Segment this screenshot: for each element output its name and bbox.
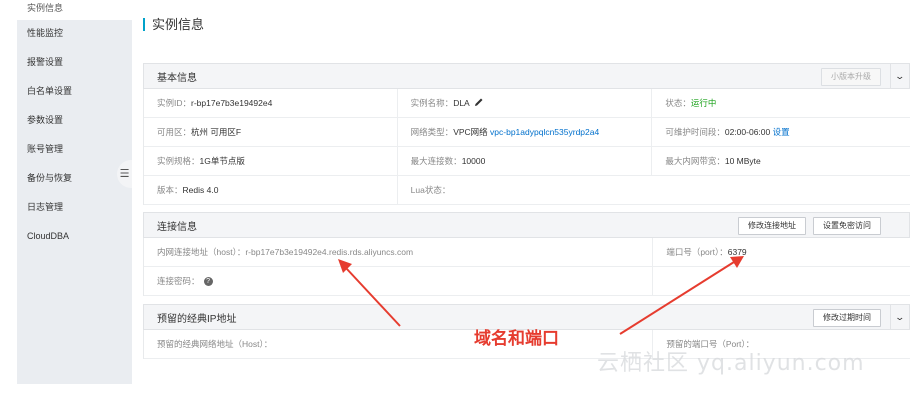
annotation-text: 域名和端口 [474, 329, 559, 349]
arrow-head-port [730, 256, 744, 268]
arrow-to-port [619, 261, 735, 335]
watermark: 云栖社区 yq.aliyun.com [597, 351, 865, 376]
annotation-arrows [338, 256, 744, 335]
arrow-to-host [345, 267, 401, 327]
